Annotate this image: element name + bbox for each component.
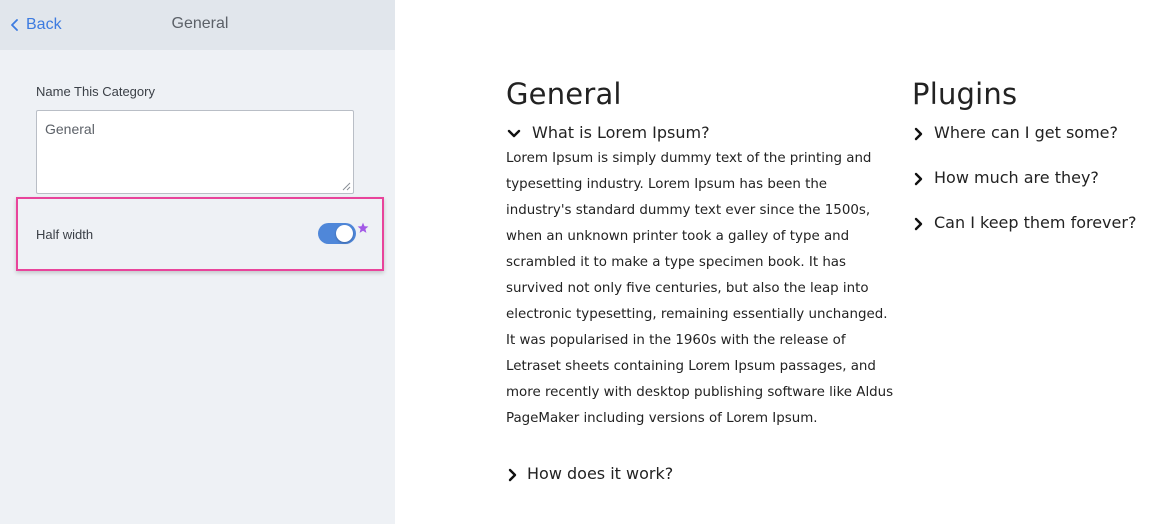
chevron-right-icon — [914, 172, 923, 186]
faq-question-text: Can I keep them forever? — [934, 213, 1137, 232]
faq-question-text: Where can I get some? — [934, 123, 1118, 142]
faq-question-text: How does it work? — [527, 464, 674, 483]
star-icon — [357, 222, 369, 233]
faq-category-general: General What is Lorem Ipsum? Lorem Ipsum… — [506, 76, 896, 485]
faq-question-text: How much are they? — [934, 168, 1099, 187]
faq-question[interactable]: How does it work? — [506, 463, 896, 485]
category-heading: General — [506, 77, 622, 111]
category-name-input[interactable]: General — [36, 110, 354, 194]
faq-question[interactable]: What is Lorem Ipsum? — [506, 122, 896, 144]
faq-question[interactable]: How much are they? — [912, 167, 1162, 189]
chevron-right-icon — [914, 217, 923, 231]
category-heading: Plugins — [912, 77, 1018, 111]
faq-question-text: What is Lorem Ipsum? — [532, 123, 710, 142]
chevron-right-icon — [508, 468, 517, 482]
half-width-label: Half width — [36, 227, 94, 242]
panel-header: Back General — [0, 0, 395, 50]
panel-title: General — [171, 15, 229, 32]
faq-question[interactable]: Where can I get some? — [912, 122, 1162, 144]
chevron-right-icon — [914, 127, 923, 141]
settings-panel: Back General Name This Category General … — [0, 0, 395, 524]
faq-question[interactable]: Can I keep them forever? — [912, 212, 1162, 234]
resize-handle-icon[interactable] — [341, 181, 351, 191]
chevron-down-icon — [507, 129, 521, 138]
faq-answer: Lorem Ipsum is simply dummy text of the … — [506, 151, 894, 426]
faq-category-plugins: Plugins Where can I get some? How much a… — [912, 76, 1162, 234]
category-name-label: Name This Category — [36, 84, 155, 99]
half-width-toggle[interactable] — [318, 223, 356, 244]
toggle-knob — [336, 225, 353, 242]
